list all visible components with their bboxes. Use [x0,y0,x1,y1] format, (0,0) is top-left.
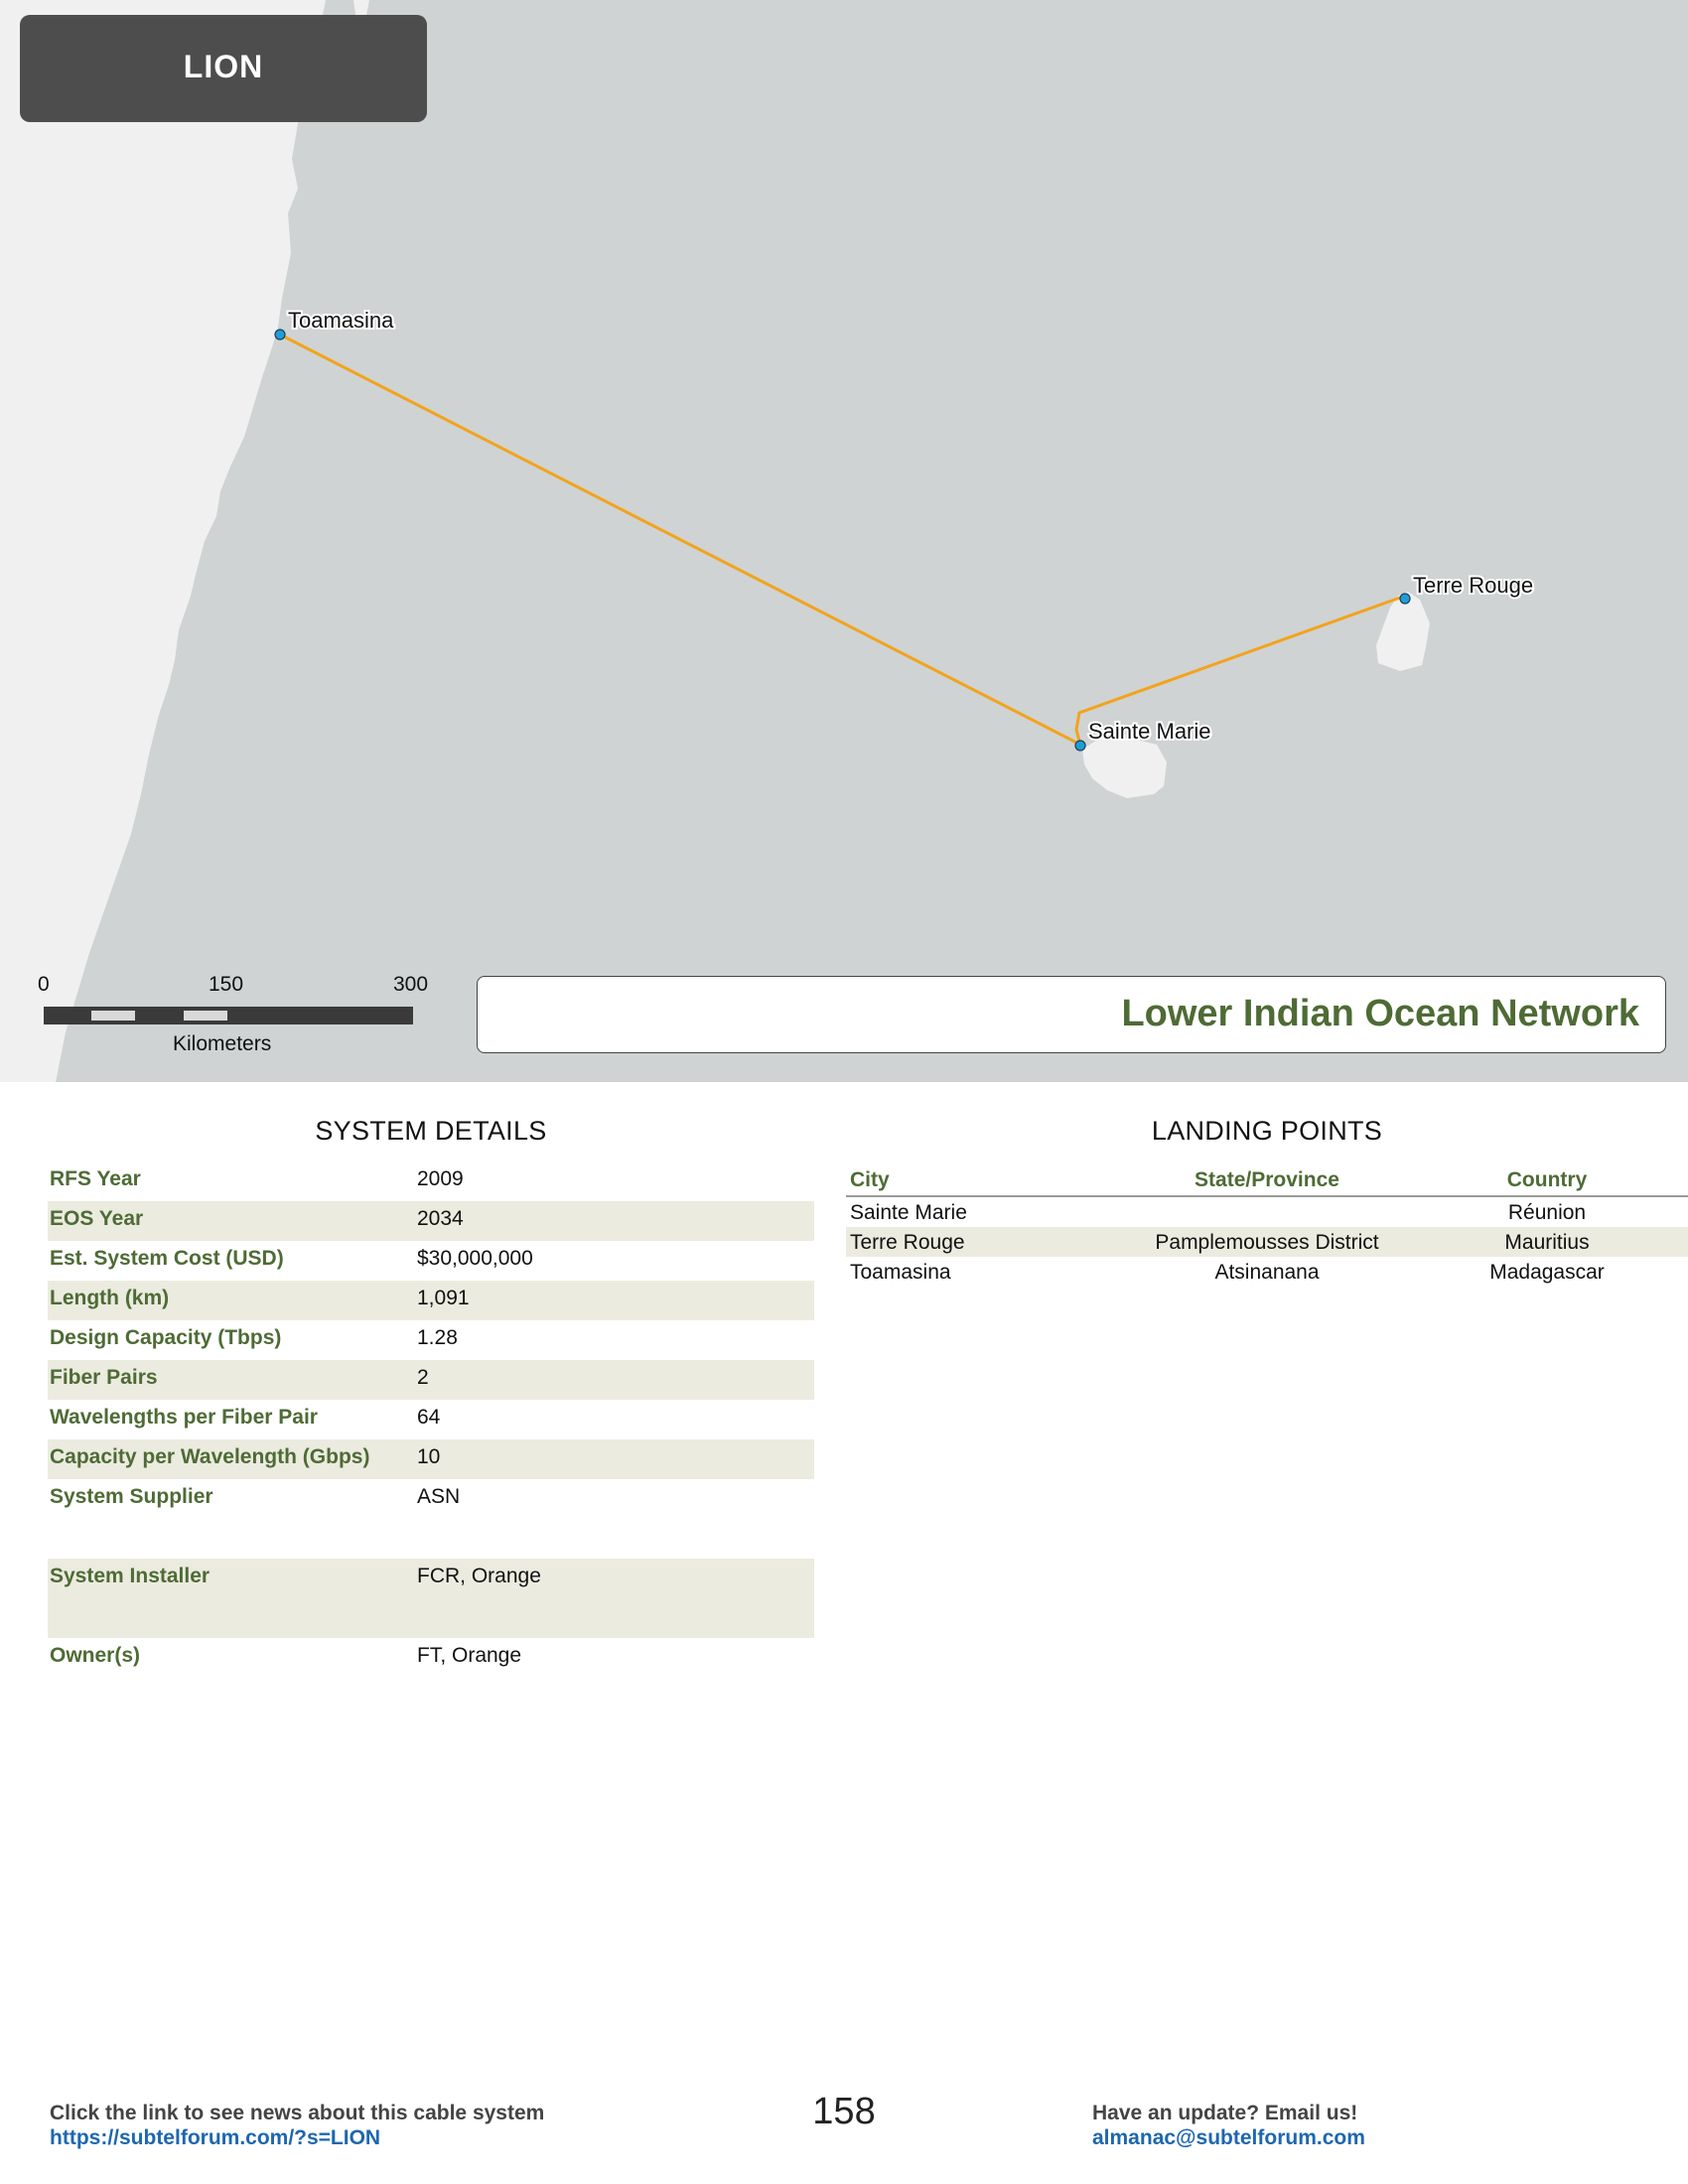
detail-label: System Installer [50,1565,211,1587]
landing-row: Sainte Marie Réunion [846,1197,1688,1227]
network-name-box: Lower Indian Ocean Network [477,976,1666,1053]
landing-country: Réunion [1507,1201,1587,1224]
landing-state: Atsinanana [1214,1261,1320,1284]
footer-news: Click the link to see news about this ca… [50,2101,544,2150]
detail-value: 64 [417,1406,441,1429]
detail-value: FT, Orange [417,1644,522,1667]
scale-tick-300: 300 [393,973,429,996]
detail-row: Est. System Cost (USD) $30,000,000 [48,1241,814,1281]
system-details-table: RFS Year 2009 EOS Year 2034 Est. System Co… [48,1161,814,1678]
system-code: LION [183,49,264,84]
detail-label: Length (km) [50,1287,170,1309]
footer-update: Have an update? Email us! almanac@subtel… [1092,2101,1365,2150]
detail-value: 10 [417,1445,441,1468]
landing-dot-sainte-marie[interactable] [1074,740,1086,751]
news-link[interactable]: https://subtelforum.com/?s=LION [50,2125,544,2150]
detail-label: System Supplier [50,1485,213,1508]
detail-row: EOS Year 2034 [48,1201,814,1241]
landing-header-row: City State/Province Country [846,1166,1688,1197]
landing-city: Terre Rouge [850,1231,965,1254]
landing-city: Toamasina [850,1261,951,1284]
detail-value: 1,091 [417,1287,470,1309]
detail-row: Fiber Pairs 2 [48,1360,814,1400]
detail-label: Capacity per Wavelength (Gbps) [50,1445,370,1468]
scale-unit: Kilometers [173,1032,272,1055]
detail-row: System Installer FCR, Orange [48,1559,814,1638]
map-label-terre-rouge: Terre Rouge [1413,573,1533,598]
detail-label: RFS Year [50,1167,141,1190]
map-label-toamasina: Toamasina [288,308,394,333]
col-state: State/Province [1195,1168,1339,1191]
page-number: 158 [812,2091,876,2132]
col-city: City [850,1168,890,1191]
landing-points-title: LANDING POINTS [1151,1116,1383,1146]
detail-row: System Supplier ASN [48,1479,814,1559]
detail-row: Owner(s) FT, Orange [48,1638,814,1678]
detail-label: Fiber Pairs [50,1366,158,1389]
scale-tick-0: 0 [38,973,50,996]
detail-value: 2 [417,1366,429,1389]
detail-value: FCR, Orange [417,1565,541,1587]
detail-label: Design Capacity (Tbps) [50,1326,282,1349]
detail-label: Wavelengths per Fiber Pair [50,1406,318,1429]
landing-state: Pamplemousses District [1155,1231,1379,1254]
map-label-sainte-marie: Sainte Marie [1088,719,1211,744]
update-email-link[interactable]: almanac@subtelforum.com [1092,2125,1365,2150]
landing-points-table: City State/Province Country Sainte Marie… [846,1166,1688,1287]
detail-row: Length (km) 1,091 [48,1281,814,1320]
scale-bar [44,1007,413,1024]
landing-city: Sainte Marie [850,1201,967,1224]
detail-label: EOS Year [50,1207,144,1230]
detail-row: RFS Year 2009 [48,1161,814,1201]
detail-label: Est. System Cost (USD) [50,1247,284,1270]
detail-row: Wavelengths per Fiber Pair 64 [48,1400,814,1439]
landing-dot-toamasina[interactable] [274,329,286,341]
landing-country: Madagascar [1489,1261,1605,1284]
detail-value: $30,000,000 [417,1247,533,1270]
detail-row: Design Capacity (Tbps) 1.28 [48,1320,814,1360]
network-name: Lower Indian Ocean Network [1121,993,1639,1034]
scale-tick-150: 150 [209,973,244,996]
col-country: Country [1506,1168,1588,1191]
landing-country: Mauritius [1504,1231,1590,1254]
detail-value: ASN [417,1485,461,1508]
landing-dot-terre-rouge[interactable] [1399,593,1411,605]
landing-row: Toamasina Atsinanana Madagascar [846,1257,1688,1287]
system-title-box: LION [20,15,427,122]
landing-row: Terre Rouge Pamplemousses District Mauri… [846,1227,1688,1257]
news-text: Click the link to see news about this ca… [50,2102,545,2124]
cable-map: Toamasina Sainte Marie Terre Rouge [0,0,1688,1082]
detail-label: Owner(s) [50,1644,141,1667]
detail-value: 2009 [417,1167,464,1190]
detail-row: Capacity per Wavelength (Gbps) 10 [48,1439,814,1479]
update-text: Have an update? Email us! [1092,2102,1358,2124]
detail-value: 2034 [417,1207,464,1230]
detail-value: 1.28 [417,1326,458,1349]
system-details-title: SYSTEM DETAILS [315,1116,547,1146]
